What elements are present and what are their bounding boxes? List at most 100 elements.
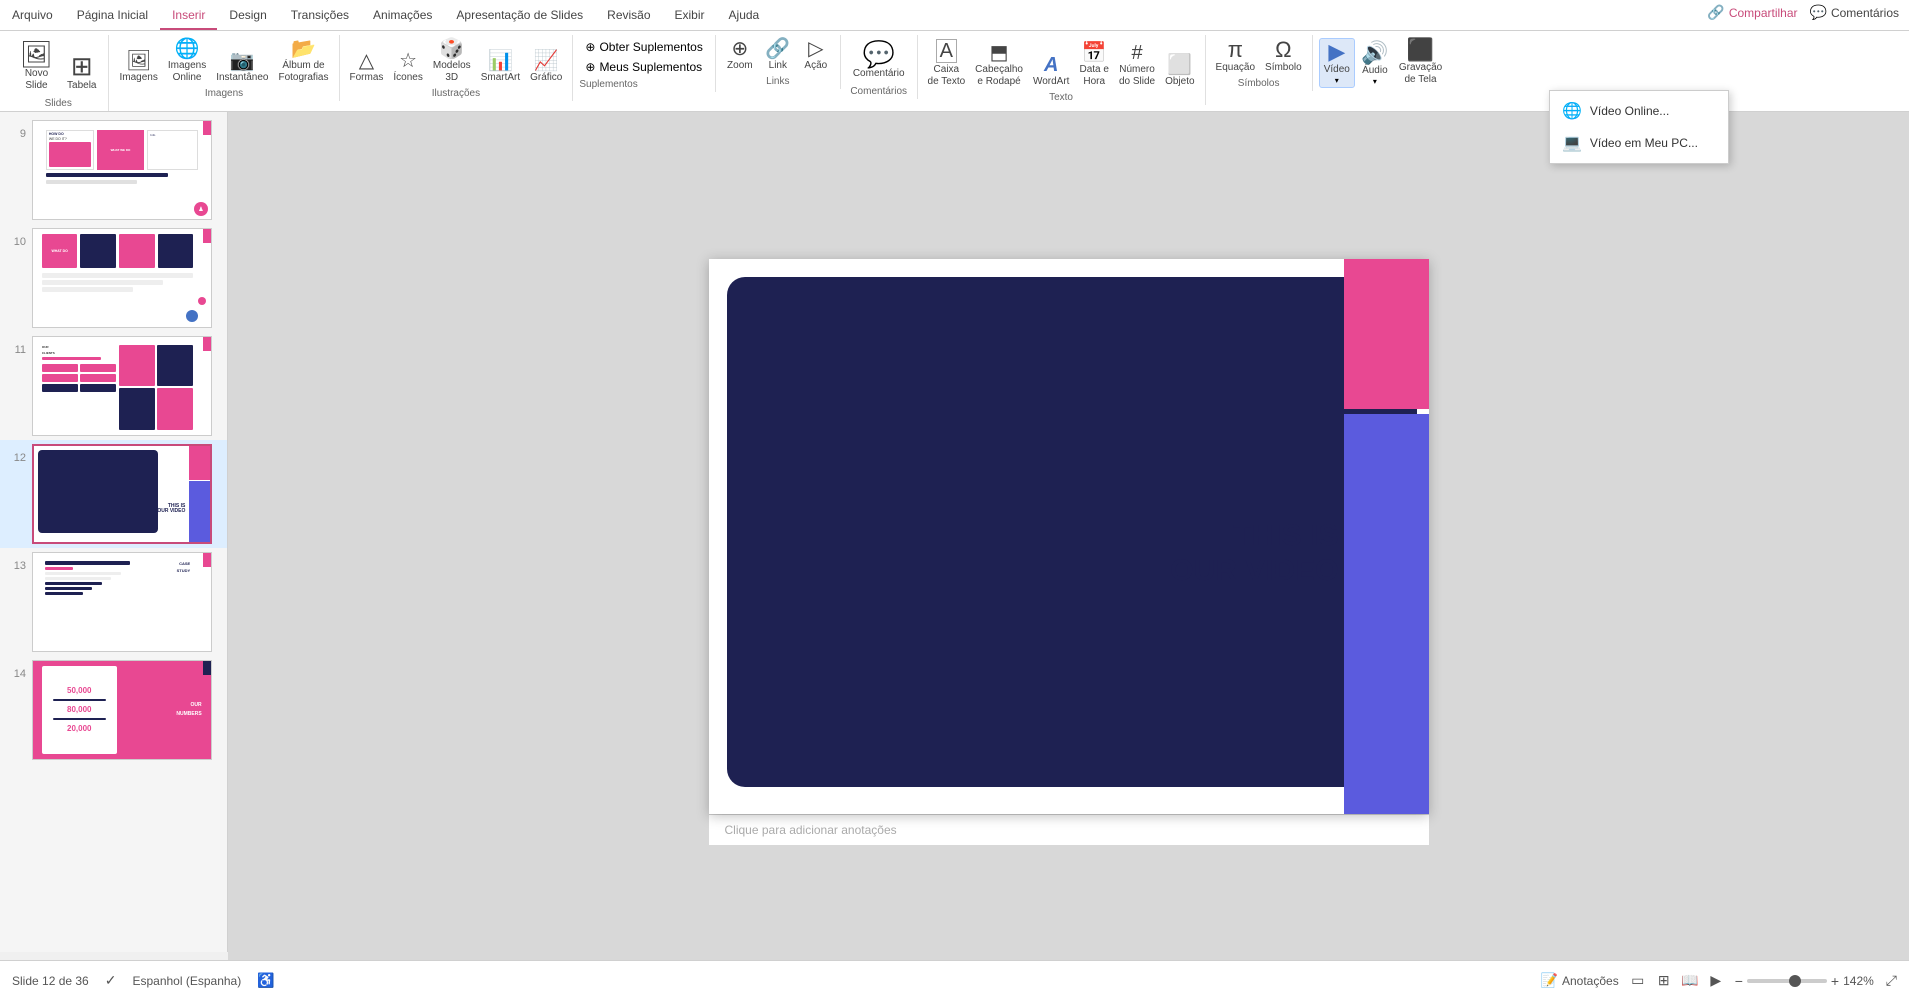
link-button[interactable]: 🔗 Link <box>760 37 796 74</box>
zoom-thumb <box>1789 975 1801 987</box>
tab-design[interactable]: Design <box>217 2 278 30</box>
slides-panel[interactable]: 9 HOW DO WE DO IT? WHAT WE DO Info <box>0 112 228 952</box>
slide-sorter-button[interactable]: ⊞ <box>1653 970 1675 992</box>
pink-accent-rect <box>1344 259 1429 409</box>
gravacao-tela-button[interactable]: ⬛ Gravação de Tela <box>1395 37 1446 88</box>
objeto-icon: ⬜ <box>1167 55 1192 75</box>
tab-apresentacao[interactable]: Apresentação de Slides <box>444 2 595 30</box>
slide-thumb-11: OUR CLIENTS <box>32 336 212 436</box>
simbolos-group-label: Símbolos <box>1238 78 1280 89</box>
caixa-texto-icon: A <box>936 39 957 63</box>
reading-view-button[interactable]: 📖 <box>1679 970 1701 992</box>
slide-item-9[interactable]: 9 HOW DO WE DO IT? WHAT WE DO Info <box>0 116 227 224</box>
slide-item-12[interactable]: 12 THIS ISOUR VIDEO <box>0 440 227 548</box>
smartart-button[interactable]: 📊 SmartArt <box>477 49 524 86</box>
normal-view-button[interactable]: ▭ <box>1627 970 1649 992</box>
simbolo-button[interactable]: Ω Símbolo <box>1261 37 1306 76</box>
tab-pagina-inicial[interactable]: Página Inicial <box>65 2 160 30</box>
icones-button[interactable]: ☆ Ícones <box>389 49 426 86</box>
link-label: Link <box>769 60 787 72</box>
comentario-button[interactable]: 💬 Comentário <box>847 37 911 84</box>
wordart-button[interactable]: A WordArt <box>1029 53 1074 90</box>
ribbon-top-right: 🔗 Compartilhar 💬 Comentários <box>1707 4 1899 21</box>
audio-label: Áudio <box>1362 65 1388 77</box>
zoom-in-button[interactable]: + <box>1831 973 1839 989</box>
imagens-icon: 🖼 <box>126 51 151 71</box>
meus-suplementos-button[interactable]: ⊕ Meus Suplementos <box>579 57 708 77</box>
video-online-label: Vídeo Online... <box>1590 104 1669 118</box>
zoom-out-button[interactable]: − <box>1735 973 1743 989</box>
ribbon-items-ilustracoes: △ Formas ☆ Ícones 🎲 Modelos 3D 📊 SmartAr… <box>346 37 567 86</box>
smartart-icon: 📊 <box>488 51 513 71</box>
equacao-icon: π <box>1228 39 1243 61</box>
imagens-online-button[interactable]: 🌐 Imagens Online <box>164 37 210 86</box>
numero-slide-button[interactable]: # Número do Slide <box>1115 41 1159 90</box>
caixa-texto-button[interactable]: A Caixa de Texto <box>924 37 970 90</box>
audio-button[interactable]: 🔊 Áudio ▾ <box>1357 40 1393 88</box>
data-hora-button[interactable]: 📅 Data e Hora <box>1075 41 1112 90</box>
notes-toggle[interactable]: 📝 Anotações <box>1541 972 1619 989</box>
tab-inserir[interactable]: Inserir <box>160 2 217 30</box>
slide-thumb-12: THIS ISOUR VIDEO <box>32 444 212 544</box>
ribbon-tabs: Arquivo Página Inicial Inserir Design Tr… <box>0 0 1909 31</box>
acao-icon: ▷ <box>808 39 823 59</box>
slide-info: Slide 12 de 36 <box>12 974 89 988</box>
zoom-button[interactable]: ⊕ Zoom <box>722 37 758 74</box>
tab-transicoes[interactable]: Transições <box>279 2 361 30</box>
tab-revisao[interactable]: Revisão <box>595 2 662 30</box>
cabecalho-button[interactable]: ⬒ Cabeçalho e Rodapé <box>971 41 1027 90</box>
instantaneo-label: Instantâneo <box>216 72 268 84</box>
video-online-icon: 🌐 <box>1562 101 1582 121</box>
slide-canvas[interactable]: THIS IS OUR VIDEO <box>709 259 1429 814</box>
album-button[interactable]: 📂 Álbum de Fotografias <box>274 37 332 86</box>
comments-label: Comentários <box>1831 6 1899 20</box>
novo-slide-icon: 🖼 <box>20 41 53 67</box>
tabela-button[interactable]: ⊞ Tabela <box>61 49 102 96</box>
video-online-item[interactable]: 🌐 Vídeo Online... <box>1550 95 1728 127</box>
objeto-button[interactable]: ⬜ Objeto <box>1161 53 1198 90</box>
slide-item-11[interactable]: 11 OUR CLIENTS <box>0 332 227 440</box>
novo-slide-button[interactable]: 🖼 Novo Slide <box>14 37 59 96</box>
thumb-dark-rect <box>38 450 158 533</box>
grafico-button[interactable]: 📈 Gráfico <box>526 49 566 86</box>
cabecalho-icon: ⬒ <box>990 43 1009 63</box>
ribbon-group-suplementos: ⊕ Obter Suplementos ⊕ Meus Suplementos S… <box>573 35 715 92</box>
thumb-video-text: THIS ISOUR VIDEO <box>157 504 185 515</box>
obter-suplementos-button[interactable]: ⊕ Obter Suplementos <box>579 37 708 57</box>
video-icon: ▶ <box>1328 41 1345 63</box>
slide-title-text: THIS IS OUR VIDEO <box>1129 519 1339 588</box>
notes-area[interactable]: Clique para adicionar anotações <box>709 814 1429 845</box>
ribbon-items-texto: A Caixa de Texto ⬒ Cabeçalho e Rodapé A … <box>924 37 1199 90</box>
tab-exibir[interactable]: Exibir <box>663 2 717 30</box>
video-pc-item[interactable]: 💻 Vídeo em Meu PC... <box>1550 127 1728 159</box>
wordart-icon: A <box>1044 55 1058 75</box>
zoom-icon: ⊕ <box>731 39 748 59</box>
language-label: Espanhol (Espanha) <box>132 974 241 988</box>
share-button[interactable]: 🔗 Compartilhar <box>1707 4 1797 21</box>
equacao-button[interactable]: π Equação <box>1212 37 1259 76</box>
comments-button[interactable]: 💬 Comentários <box>1810 4 1899 21</box>
status-bar: Slide 12 de 36 ✓ Espanhol (Espanha) ♿ 📝 … <box>0 960 1909 1000</box>
slide-item-13[interactable]: 13 CASE STUDY <box>0 548 227 656</box>
slide-canvas-area[interactable]: THIS IS OUR VIDEO Clique para adicionar … <box>228 112 1909 992</box>
tabela-icon: ⊞ <box>71 53 93 79</box>
tab-animacoes[interactable]: Animações <box>361 2 444 30</box>
numero-slide-icon: # <box>1131 43 1142 63</box>
tab-arquivo[interactable]: Arquivo <box>0 2 65 30</box>
comentario-icon: 💬 <box>862 41 894 67</box>
imagens-button[interactable]: 🖼 Imagens <box>115 49 161 86</box>
tab-ajuda[interactable]: Ajuda <box>717 2 772 30</box>
acao-button[interactable]: ▷ Ação <box>798 37 834 74</box>
comments-icon: 💬 <box>1810 4 1827 21</box>
formas-button[interactable]: △ Formas <box>346 49 388 86</box>
fit-page-button[interactable]: ⤢ <box>1886 972 1897 989</box>
modelos3d-button[interactable]: 🎲 Modelos 3D <box>429 37 475 86</box>
formas-label: Formas <box>350 72 384 84</box>
instantaneo-button[interactable]: 📷 Instantâneo <box>212 49 272 86</box>
slideshow-button[interactable]: ▶ <box>1705 970 1727 992</box>
link-icon: 🔗 <box>765 39 790 59</box>
slide-item-10[interactable]: 10 WHAT DO <box>0 224 227 332</box>
zoom-slider[interactable] <box>1747 979 1827 983</box>
video-button[interactable]: ▶ Vídeo ▾ <box>1319 38 1355 88</box>
slide-item-14[interactable]: 14 50,000 80,000 20,000 OUR NUMBERS <box>0 656 227 764</box>
